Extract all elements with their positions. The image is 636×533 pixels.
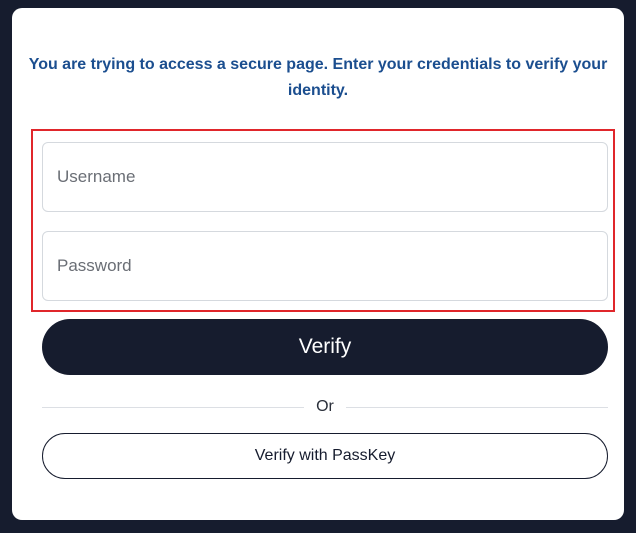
- divider-label: Or: [316, 398, 334, 415]
- divider-line-left: [42, 406, 305, 408]
- password-input[interactable]: [42, 231, 608, 301]
- verify-button[interactable]: Verify: [42, 319, 608, 375]
- security-message: You are trying to access a secure page. …: [28, 56, 608, 99]
- username-input[interactable]: [42, 142, 608, 212]
- verify-with-passkey-button[interactable]: Verify with PassKey: [42, 433, 608, 479]
- divider-line-right: [345, 406, 608, 408]
- verification-card: You are trying to access a secure page. …: [12, 8, 624, 520]
- or-divider: Or: [42, 397, 608, 417]
